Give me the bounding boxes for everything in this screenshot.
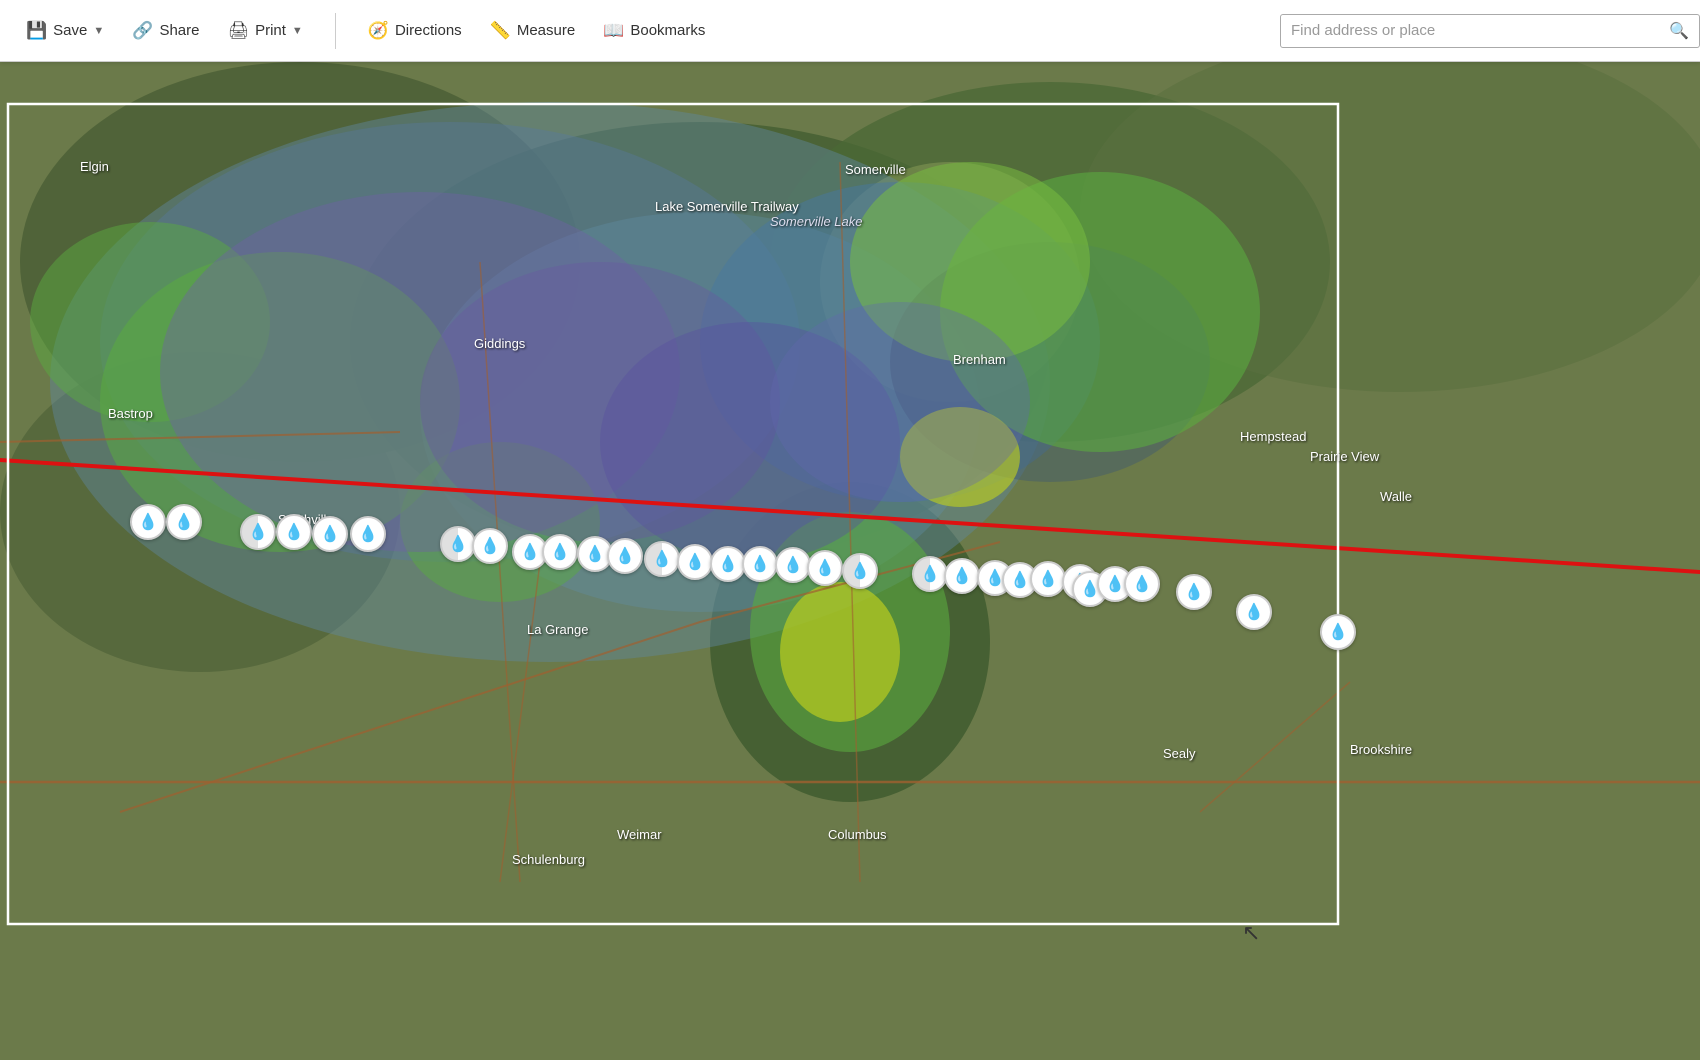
rain-marker-29: 💧	[1236, 594, 1272, 630]
rain-marker-16: 💧	[775, 547, 811, 583]
toolbar: 💾 Save ▼ 🔗 Share 🖨 Print ▼ 🧭 Directions …	[0, 0, 1700, 62]
rain-marker-20: 💧	[944, 558, 980, 594]
print-caret: ▼	[292, 25, 303, 37]
save-caret: ▼	[93, 25, 104, 37]
bookmarks-label: Bookmarks	[630, 22, 705, 39]
toolbar-separator	[335, 13, 336, 49]
rain-marker-18: 💧	[842, 553, 878, 589]
rain-marker-2: 💧	[240, 514, 276, 550]
rain-marker-12: 💧	[644, 541, 680, 577]
rain-marker-7: 💧	[472, 528, 508, 564]
print-icon: 🖨	[227, 21, 249, 41]
rain-marker-11: 💧	[607, 538, 643, 574]
measure-label: Measure	[517, 22, 575, 39]
save-label: Save	[53, 22, 87, 39]
print-label: Print	[255, 22, 286, 39]
save-icon: 💾	[26, 21, 47, 41]
share-icon: 🔗	[132, 21, 153, 41]
rain-marker-30: 💧	[1320, 614, 1356, 650]
share-label: Share	[159, 22, 199, 39]
share-button[interactable]: 🔗 Share	[120, 14, 211, 48]
rain-marker-9: 💧	[542, 534, 578, 570]
rain-marker-28: 💧	[1176, 574, 1212, 610]
directions-icon: 🧭	[368, 21, 389, 41]
rain-marker-6: 💧	[440, 526, 476, 562]
search-icon: 🔍	[1669, 21, 1689, 41]
rain-marker-13: 💧	[677, 544, 713, 580]
rain-marker-15: 💧	[742, 546, 778, 582]
measure-button[interactable]: 📏 Measure	[478, 14, 588, 48]
rain-marker-1: 💧	[166, 504, 202, 540]
map-container[interactable]: ElginSomervilleLake Somerville TrailwayS…	[0, 62, 1700, 1060]
rain-marker-3: 💧	[276, 514, 312, 550]
rain-marker-14: 💧	[710, 546, 746, 582]
bookmarks-button[interactable]: 📖 Bookmarks	[591, 14, 717, 48]
measure-icon: 📏	[490, 21, 511, 41]
rain-marker-0: 💧	[130, 504, 166, 540]
rain-marker-4: 💧	[312, 516, 348, 552]
directions-button[interactable]: 🧭 Directions	[356, 14, 474, 48]
rain-marker-19: 💧	[912, 556, 948, 592]
rain-marker-5: 💧	[350, 516, 386, 552]
rain-marker-17: 💧	[807, 550, 843, 586]
search-input[interactable]	[1291, 22, 1669, 39]
save-button[interactable]: 💾 Save ▼	[14, 14, 116, 48]
print-button[interactable]: 🖨 Print ▼	[215, 14, 314, 48]
search-box[interactable]: 🔍	[1280, 14, 1700, 48]
bookmarks-icon: 📖	[603, 21, 624, 41]
rain-marker-27: 💧	[1124, 566, 1160, 602]
rain-marker-23: 💧	[1030, 561, 1066, 597]
directions-label: Directions	[395, 22, 462, 39]
